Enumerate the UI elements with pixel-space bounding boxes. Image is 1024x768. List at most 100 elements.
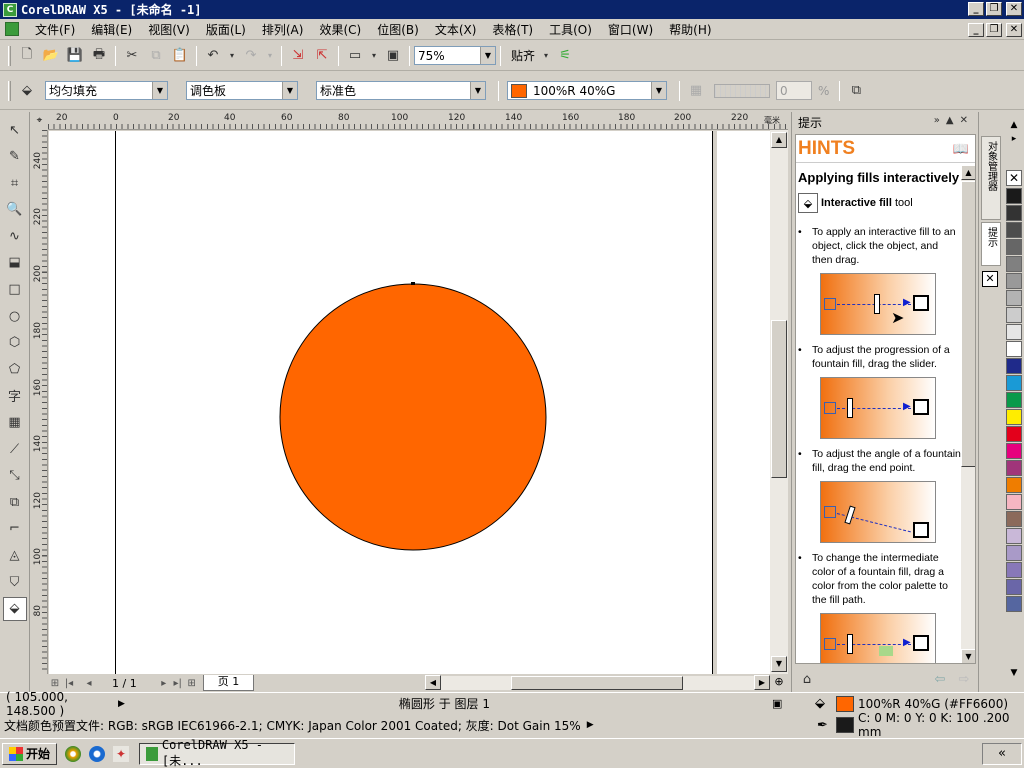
edit-fill-icon[interactable]: ⬙ (17, 81, 37, 101)
palette-swatch[interactable] (1006, 392, 1022, 408)
ellipse-tool-icon[interactable]: ○ (3, 304, 27, 328)
docker-collapse-icon[interactable]: ▲ (946, 115, 960, 126)
palette-swatch[interactable] (1006, 562, 1022, 578)
palette-swatch[interactable] (1006, 188, 1022, 204)
menu-view[interactable]: 视图(V) (140, 21, 198, 38)
welcome-screen-icon[interactable]: ▣ (383, 46, 403, 66)
next-page-icon[interactable]: ▸ (157, 678, 171, 689)
menu-effects[interactable]: 效果(C) (311, 21, 369, 38)
palette-swatch[interactable] (1006, 511, 1022, 527)
docker-close-icon[interactable]: ✕ (960, 115, 974, 126)
blend-tool-icon[interactable]: ⧉ (3, 490, 27, 514)
ruler-origin[interactable]: ⌖ (31, 112, 48, 130)
add-page-before-icon[interactable]: ⊞ (48, 678, 62, 689)
palette-swatch[interactable] (1006, 307, 1022, 323)
chevron-down-icon[interactable]: ▼ (470, 82, 485, 99)
open-icon[interactable]: 📂 (41, 46, 61, 66)
help-book-icon[interactable]: 📖 (953, 141, 969, 157)
vertical-ruler[interactable]: 240 220 200 180 160 140 120 100 80 (31, 130, 48, 674)
start-button[interactable]: 开始 (2, 742, 58, 765)
import-icon[interactable]: ⇲ (288, 46, 308, 66)
scroll-up-icon[interactable]: ▲ (771, 132, 787, 148)
palette-swatch[interactable] (1006, 579, 1022, 595)
color-proof-icon[interactable]: ▣ (772, 697, 782, 710)
quicklaunch-app-icon[interactable]: ✦ (113, 745, 130, 762)
drawing-canvas[interactable] (49, 131, 770, 674)
menu-layout[interactable]: 版面(L) (198, 21, 254, 38)
doc-close-button[interactable]: ✕ (1006, 23, 1022, 37)
palette-swatch[interactable] (1006, 324, 1022, 340)
chevron-down-icon[interactable]: ▼ (480, 47, 495, 64)
smart-fill-tool-icon[interactable]: ⬓ (3, 251, 27, 275)
redo-icon[interactable]: ↷ (241, 46, 261, 66)
fill-tool-icon[interactable]: ⛉ (3, 570, 27, 594)
menu-arrange[interactable]: 排列(A) (254, 21, 312, 38)
toolbar-grip[interactable] (8, 45, 11, 66)
horizontal-ruler[interactable]: 20 0 20 40 60 80 100 120 140 160 180 200… (48, 112, 788, 130)
docker-expand-icon[interactable]: » (934, 115, 946, 126)
fill-swatch[interactable] (836, 696, 854, 712)
paste-icon[interactable]: 📋 (170, 46, 190, 66)
snap-dropdown-icon[interactable]: ▾ (541, 46, 551, 66)
shape-tool-icon[interactable]: ✎ (3, 145, 27, 169)
snap-to-label[interactable]: 贴齐 (511, 47, 535, 64)
color-profile-info[interactable]: 文档颜色预置文件: RGB: sRGB IEC61966-2.1; CMYK: … (4, 717, 581, 734)
rectangle-tool-icon[interactable]: □ (3, 278, 27, 302)
palette-swatch[interactable] (1006, 494, 1022, 510)
cut-icon[interactable]: ✂ (122, 46, 142, 66)
polygon-tool-icon[interactable]: ⬡ (3, 331, 27, 355)
vertical-scroll-thumb[interactable] (771, 320, 787, 478)
menu-table[interactable]: 表格(T) (484, 21, 541, 38)
menu-tools[interactable]: 工具(O) (541, 21, 600, 38)
palette-swatch[interactable] (1006, 273, 1022, 289)
scroll-left-icon[interactable]: ◀ (425, 675, 441, 690)
dimension-tool-icon[interactable]: ⟋ (3, 437, 27, 461)
doc-restore-button[interactable]: ❐ (986, 23, 1002, 37)
palette-combo[interactable]: 标准色 ▼ (316, 81, 486, 100)
taskbar-coreldraw-item[interactable]: CorelDRAW X5 - [未... (139, 738, 296, 768)
basic-shapes-tool-icon[interactable]: ⬠ (3, 357, 27, 381)
new-document-icon[interactable]: 🗋 (17, 46, 37, 66)
doc-minimize-button[interactable]: _ (968, 23, 984, 37)
undo-dropdown-icon[interactable]: ▾ (227, 46, 237, 66)
palette-menu-icon[interactable]: ▸ (1006, 134, 1022, 146)
redo-dropdown-icon[interactable]: ▾ (265, 46, 275, 66)
interactive-fill-tool-icon[interactable]: ⬙ (2, 596, 27, 621)
hints-scrollbar[interactable]: ▲ ▼ (961, 165, 975, 663)
zoom-level-combo[interactable]: 75% ▼ (414, 46, 496, 65)
minimize-button[interactable]: _ (968, 2, 984, 16)
hints-home-icon[interactable]: ⌂ (797, 669, 817, 689)
scroll-down-icon[interactable]: ▼ (771, 656, 787, 672)
zoom-tool-icon[interactable]: 🔍 (3, 198, 27, 222)
propbar-grip[interactable] (8, 80, 11, 101)
chevron-down-icon[interactable]: ▼ (152, 82, 167, 99)
no-color-swatch[interactable]: ✕ (1006, 170, 1022, 186)
table-tool-icon[interactable]: ▦ (3, 411, 27, 435)
coreldraw-app-icon[interactable]: C (3, 2, 17, 17)
fill-type-combo[interactable]: 均匀填充 ▼ (45, 81, 168, 100)
print-icon[interactable]: 🖶 (89, 46, 109, 66)
profile-expand-icon[interactable]: ▶ (587, 720, 594, 730)
palette-swatch[interactable] (1006, 528, 1022, 544)
last-page-icon[interactable]: ▸| (171, 678, 185, 689)
palette-swatch[interactable] (1006, 290, 1022, 306)
application-launcher-icon[interactable]: ▭ (345, 46, 365, 66)
undo-icon[interactable]: ↶ (203, 46, 223, 66)
export-icon[interactable]: ⇱ (312, 46, 332, 66)
menu-help[interactable]: 帮助(H) (661, 21, 719, 38)
palette-swatch[interactable] (1006, 239, 1022, 255)
color-model-combo[interactable]: 调色板 ▼ (186, 81, 298, 100)
transparency-slider[interactable] (714, 83, 770, 98)
add-page-after-icon[interactable]: ⊞ (185, 678, 199, 689)
canvas-horizontal-scrollbar[interactable]: ◀ ▶ (425, 675, 770, 690)
connector-tool-icon[interactable]: ⤡ (3, 464, 27, 488)
menu-text[interactable]: 文本(X) (427, 21, 485, 38)
hints-forward-icon[interactable]: ⇨ (954, 669, 974, 689)
palette-swatch[interactable] (1006, 477, 1022, 493)
canvas-vertical-scrollbar[interactable]: ▲ ▼ (770, 130, 788, 674)
menu-file[interactable]: 文件(F) (27, 21, 83, 38)
launcher-dropdown-icon[interactable]: ▾ (369, 46, 379, 66)
transparency-input[interactable]: 0 (776, 81, 812, 100)
palette-swatch[interactable] (1006, 460, 1022, 476)
copy-fill-properties-icon[interactable]: ⧉ (846, 81, 866, 101)
